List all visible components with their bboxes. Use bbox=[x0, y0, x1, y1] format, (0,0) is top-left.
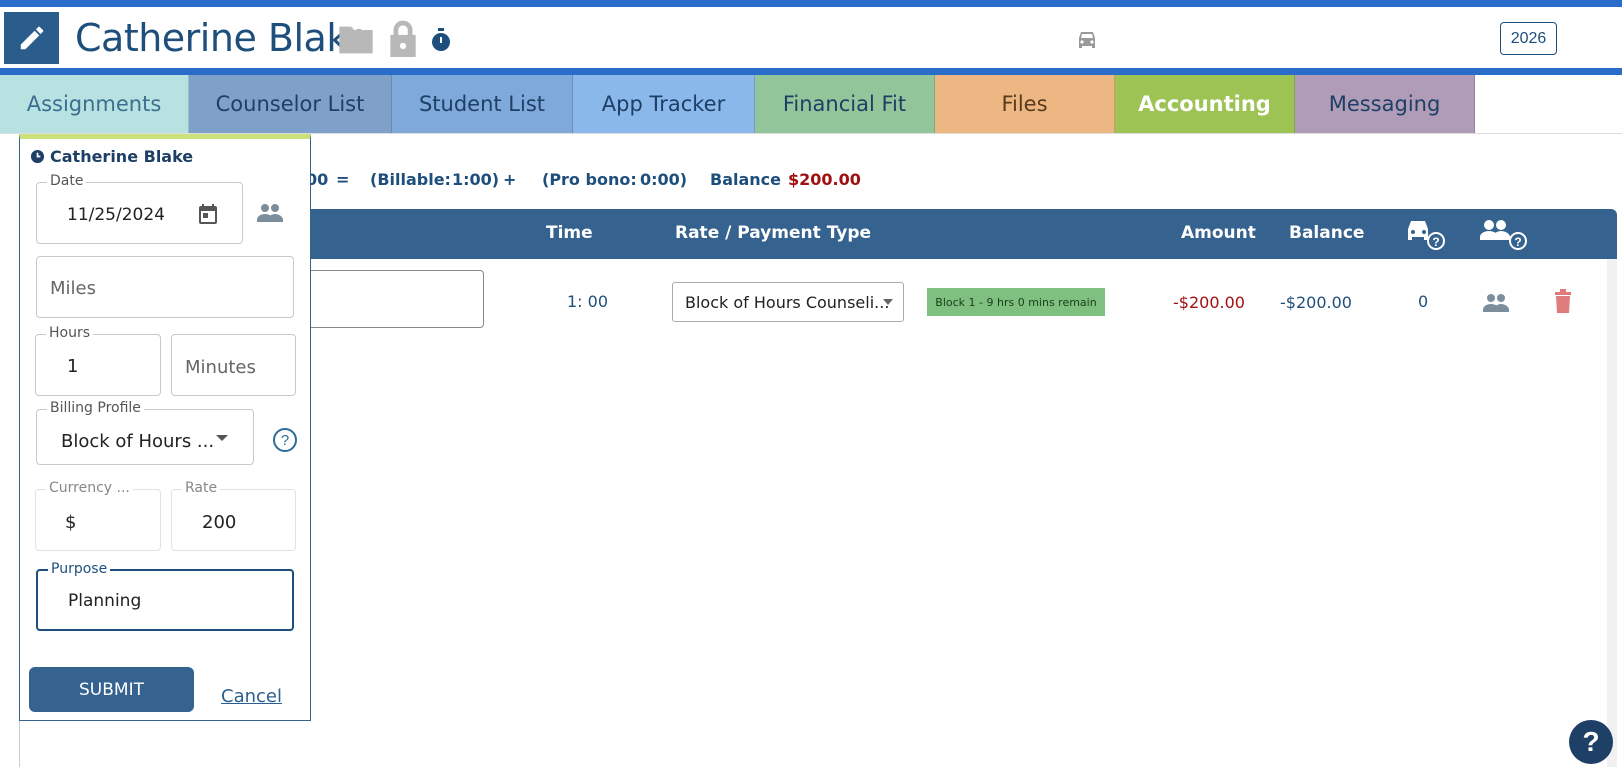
tab-app-tracker[interactable]: App Tracker bbox=[573, 75, 755, 133]
billing-profile-value: Block of Hours ... bbox=[61, 431, 215, 452]
row-group-icon[interactable] bbox=[1482, 292, 1510, 319]
rate-label: Rate bbox=[182, 480, 221, 496]
time-entry-panel: Catherine Blake Date 11/25/2024 Miles Ho… bbox=[19, 134, 311, 721]
summary-balance-label: Balance bbox=[710, 170, 781, 189]
panel-title: Catherine Blake bbox=[30, 147, 193, 166]
summary-billable-value: 1:00) bbox=[452, 170, 500, 189]
column-header-amount: Amount bbox=[1181, 223, 1256, 243]
page-title: Catherine Blake bbox=[75, 16, 370, 60]
summary-plus: + bbox=[503, 170, 517, 189]
row-miles: 0 bbox=[1418, 292, 1429, 311]
currency-value: $ bbox=[65, 512, 77, 533]
purpose-value: Planning bbox=[68, 591, 142, 611]
summary-equals: = bbox=[336, 170, 350, 189]
hours-label: Hours bbox=[46, 325, 94, 341]
top-accent-bar bbox=[0, 0, 1622, 7]
table-header: Time Rate / Payment Type Amount Balance … bbox=[300, 209, 1617, 259]
currency-field: Currency ... $ bbox=[35, 480, 161, 551]
summary-probono-value: 0:00) bbox=[640, 170, 688, 189]
submit-button[interactable]: SUBMIT bbox=[29, 667, 194, 712]
purpose-label: Purpose bbox=[48, 561, 111, 577]
purpose-field[interactable]: Purpose Planning bbox=[36, 561, 294, 631]
date-value: 11/25/2024 bbox=[67, 205, 165, 225]
svg-text:?: ? bbox=[1514, 235, 1521, 249]
edit-button[interactable] bbox=[4, 12, 59, 64]
tab-counselor-list[interactable]: Counselor List bbox=[189, 75, 392, 133]
scrollbar[interactable] bbox=[1607, 259, 1617, 767]
main-tabs: Assignments Counselor List Student List … bbox=[0, 75, 1475, 133]
summary-billable-label: (Billable: bbox=[370, 170, 451, 189]
lock-icon[interactable] bbox=[386, 18, 420, 58]
row-time: 1: 00 bbox=[567, 292, 609, 311]
date-label: Date bbox=[47, 173, 87, 189]
rate-select-value: Block of Hours Counseli... bbox=[685, 293, 890, 312]
help-icon[interactable]: ? bbox=[272, 427, 298, 453]
column-header-group-icon[interactable]: ? bbox=[1480, 217, 1530, 256]
block-status-badge: Block 1 - 9 hrs 0 mins remain bbox=[927, 288, 1105, 316]
miles-field[interactable]: Miles bbox=[36, 256, 294, 318]
column-header-balance: Balance bbox=[1289, 223, 1365, 243]
column-header-time: Time bbox=[546, 223, 593, 243]
svg-text:?: ? bbox=[281, 432, 289, 449]
delete-icon[interactable] bbox=[1553, 289, 1573, 318]
header-divider bbox=[0, 68, 1622, 75]
chevron-down-icon bbox=[883, 299, 893, 305]
tab-messaging[interactable]: Messaging bbox=[1295, 75, 1475, 133]
rate-field: Rate 200 bbox=[171, 480, 296, 551]
row-balance: -$200.00 bbox=[1280, 293, 1352, 312]
hours-field[interactable]: Hours 1 bbox=[35, 325, 161, 396]
clock-icon bbox=[30, 149, 45, 164]
rate-value: 200 bbox=[202, 512, 237, 533]
edit-icon bbox=[20, 26, 43, 50]
currency-label: Currency ... bbox=[46, 480, 133, 496]
billing-profile-label: Billing Profile bbox=[47, 400, 144, 416]
chevron-down-icon bbox=[216, 435, 228, 441]
row-amount: -$200.00 bbox=[1173, 293, 1245, 312]
summary-balance-value: $200.00 bbox=[788, 170, 861, 189]
group-assign-icon[interactable] bbox=[256, 202, 284, 224]
folder-icon[interactable] bbox=[336, 22, 376, 58]
tab-assignments[interactable]: Assignments bbox=[0, 75, 189, 133]
panel-title-text: Catherine Blake bbox=[50, 147, 194, 166]
column-header-rate: Rate / Payment Type bbox=[675, 223, 872, 243]
minutes-field[interactable]: Minutes bbox=[171, 334, 296, 396]
date-field[interactable]: Date 11/25/2024 bbox=[36, 173, 243, 244]
summary-probono-label: (Pro bono: bbox=[542, 170, 637, 189]
description-input[interactable] bbox=[290, 270, 484, 328]
tab-financial-fit[interactable]: Financial Fit bbox=[755, 75, 935, 133]
cancel-link[interactable]: Cancel bbox=[221, 686, 282, 707]
minutes-placeholder: Minutes bbox=[185, 357, 256, 378]
miles-placeholder: Miles bbox=[50, 278, 96, 299]
tab-student-list[interactable]: Student List bbox=[392, 75, 573, 133]
column-header-miles-icon[interactable]: ? bbox=[1405, 217, 1445, 256]
tab-files[interactable]: Files bbox=[935, 75, 1115, 133]
svg-text:?: ? bbox=[1432, 235, 1439, 249]
help-button[interactable]: ? bbox=[1569, 720, 1613, 764]
car-icon[interactable] bbox=[1073, 27, 1101, 53]
billing-profile-select[interactable]: Billing Profile Block of Hours ... bbox=[36, 400, 254, 465]
calendar-icon[interactable] bbox=[196, 202, 220, 226]
stopwatch-icon[interactable] bbox=[428, 26, 454, 54]
hours-value: 1 bbox=[67, 356, 79, 377]
tab-accounting[interactable]: Accounting bbox=[1115, 75, 1295, 133]
year-selector[interactable]: 2026 bbox=[1500, 22, 1557, 55]
rate-select[interactable]: Block of Hours Counseli... bbox=[672, 282, 904, 322]
